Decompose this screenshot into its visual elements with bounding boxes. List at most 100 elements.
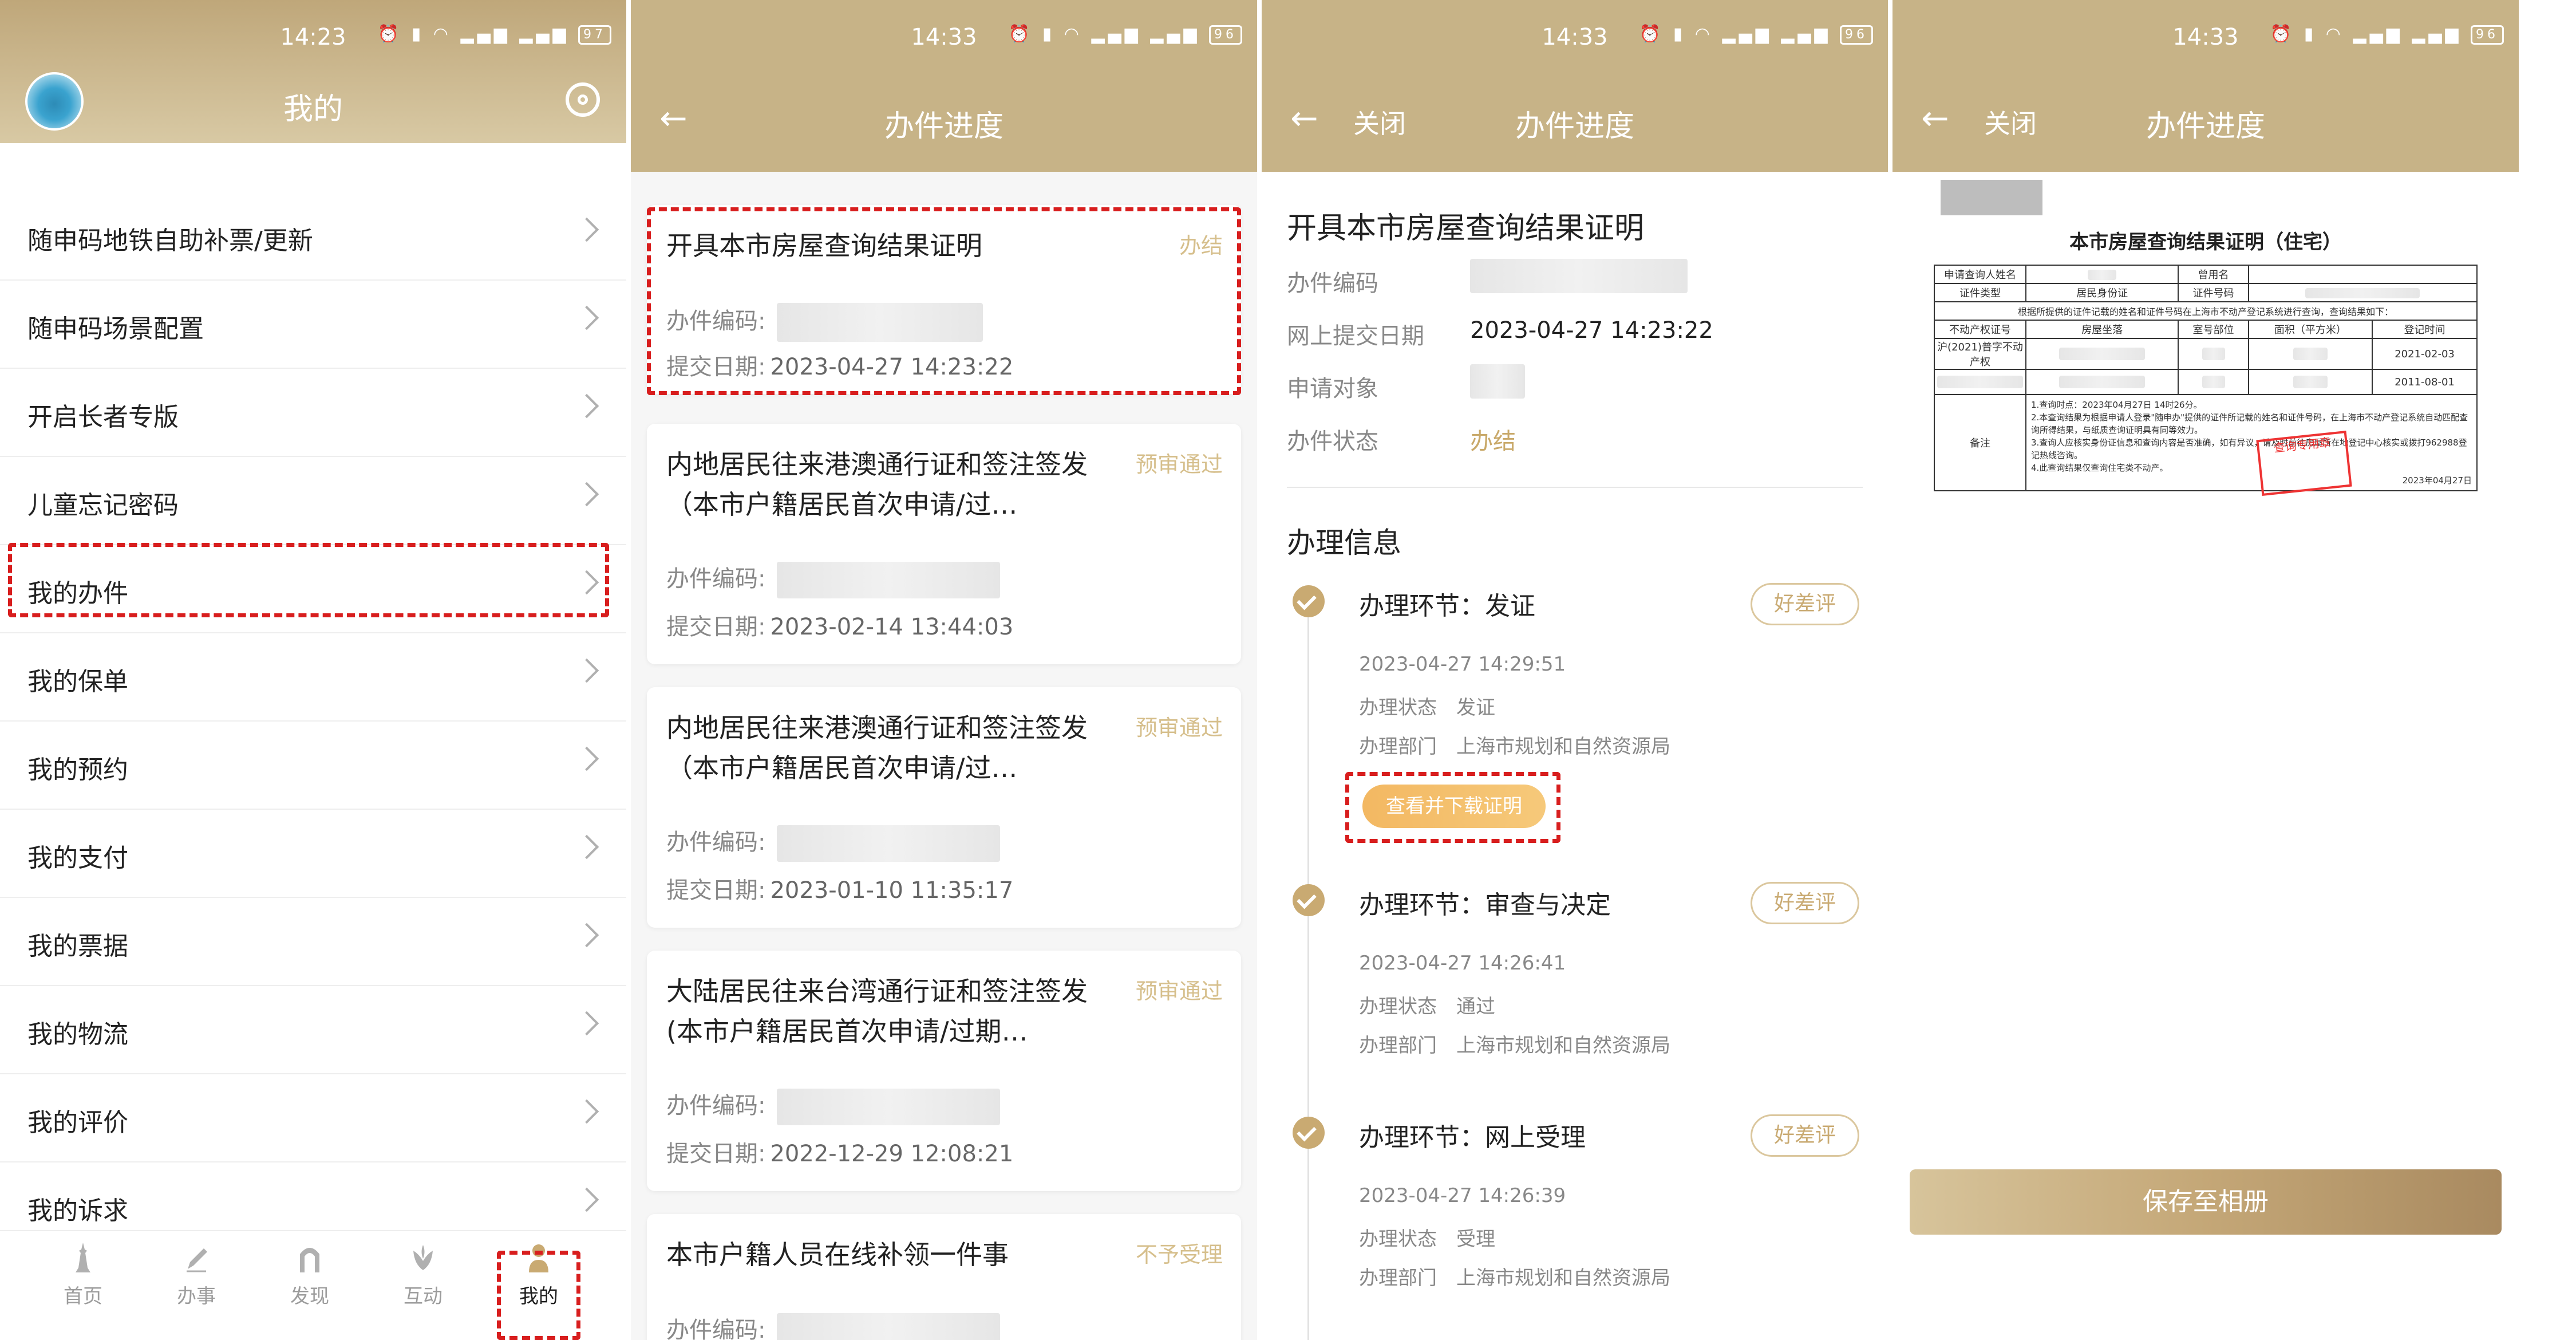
status-row: 办件状态 办结	[1287, 423, 1516, 456]
menu-item-scene-config[interactable]: 随申码场景配置	[0, 281, 626, 369]
menu-item-my-logistics[interactable]: 我的物流	[0, 986, 626, 1074]
redacted-unit	[2202, 348, 2225, 360]
menu-item-my-receipts[interactable]: 我的票据	[0, 898, 626, 986]
battery-icon: 96	[1209, 25, 1242, 45]
case-code-row: 办件编码:	[666, 1087, 1001, 1125]
step-title: 办理环节：网上受理	[1359, 1123, 1586, 1152]
submit-row: 网上提交日期 2023-04-27 14:23:22	[1287, 317, 1713, 350]
rate-button[interactable]: 好差评	[1751, 583, 1859, 625]
step-dept-row: 办理部门 上海市规划和自然资源局	[1359, 1030, 1670, 1058]
redacted-code	[777, 1313, 1001, 1340]
case-card[interactable]: 内地居民往来港澳通行证和签注签发（本市户籍居民首次申请/过… 预审通过 办件编码…	[647, 687, 1241, 928]
save-to-album-button[interactable]: 保存至相册	[1910, 1169, 2502, 1235]
case-card[interactable]: 内地居民往来港澳通行证和签注签发（本市户籍居民首次申请/过… 预审通过 办件编码…	[647, 424, 1241, 664]
battery-icon: 97	[578, 25, 611, 45]
mine-header: 14:23 ⏰ ▮ ◠ ▂▄▆ ▂▄▆ 97 我的	[0, 0, 626, 143]
step-status-label: 办理状态	[1359, 995, 1437, 1018]
issue-date: 2023年04月27日	[2402, 475, 2472, 486]
step-time: 2023-04-27 14:26:41	[1359, 952, 1566, 975]
tab-discover[interactable]: 发现	[267, 1242, 353, 1309]
table-row: 沪(2021)普字不动产权 2021-02-03	[1934, 338, 2478, 370]
gear-icon[interactable]	[566, 82, 600, 117]
case-card[interactable]: 大陆居民往来台湾通行证和签注签发(本市户籍居民首次申请/过期… 预审通过 办件编…	[647, 951, 1241, 1191]
rate-button[interactable]: 好差评	[1751, 1114, 1859, 1157]
case-code-label: 办件编码:	[666, 1317, 766, 1340]
code-row: 办件编码	[1287, 259, 1688, 298]
case-date-label: 提交日期:	[666, 1141, 766, 1167]
case-date: 2022-12-29 12:08:21	[770, 1141, 1014, 1167]
step-status-row: 办理状态 通过	[1359, 991, 1495, 1019]
table-row: 备注 1.查询时点：2023年04月27日 14时26分。 2.本查询结果为根据…	[1934, 394, 2478, 491]
table-cell: 证件类型	[1934, 283, 2026, 302]
table-cell: 证件号码	[2178, 283, 2249, 302]
tab-home[interactable]: 首页	[40, 1242, 126, 1309]
chevron-right-icon	[574, 482, 599, 507]
menu-item-my-appointments[interactable]: 我的预约	[0, 722, 626, 810]
target-row: 申请对象	[1287, 364, 1525, 403]
nav-header: 14:33 ⏰ ▮ ◠ ▂▄▆ ▂▄▆ 96 ← 关闭 办件进度	[1262, 0, 1888, 172]
case-title: 开具本市房屋查询结果证明	[1287, 211, 1645, 246]
menu-item-elder-mode[interactable]: 开启长者专版	[0, 369, 626, 457]
page-title: 办件进度	[1515, 109, 1634, 144]
step-status-label: 办理状态	[1359, 696, 1437, 719]
menu-item-child-password[interactable]: 儿童忘记密码	[0, 457, 626, 545]
status-bar: 14:33 ⏰ ▮ ◠ ▂▄▆ ▂▄▆ 96	[1893, 0, 2519, 63]
chevron-right-icon	[574, 658, 599, 683]
redacted-address	[2059, 376, 2146, 388]
case-status: 预审通过	[1135, 715, 1223, 740]
nav-header: 14:33 ⏰ ▮ ◠ ▂▄▆ ▂▄▆ 96 ← 办件进度	[631, 0, 1257, 172]
case-status: 不予受理	[1135, 1242, 1223, 1267]
redacted-address	[2059, 348, 2146, 360]
chevron-right-icon	[574, 923, 599, 948]
table-row: 证件类型 居民身份证 证件号码	[1934, 283, 2478, 302]
case-date-row: 提交日期: 2022-12-29 12:08:21	[666, 1135, 1013, 1168]
tab-label: 发现	[290, 1285, 329, 1308]
note-line: 4.此查询结果仅查询住宅类不动产。	[2031, 463, 2168, 473]
nav-header: 14:33 ⏰ ▮ ◠ ▂▄▆ ▂▄▆ 96 ← 关闭 办件进度	[1893, 0, 2519, 172]
column-header: 房屋坐落	[2025, 320, 2179, 339]
table-header-row: 不动产权证号 房屋坐落 室号部位 面积（平方米） 登记时间	[1934, 320, 2478, 339]
pen-icon	[187, 1248, 207, 1272]
progress-list-screen: 14:33 ⏰ ▮ ◠ ▂▄▆ ▂▄▆ 96 ← 办件进度 开具本市房屋查询结果…	[631, 0, 1257, 1340]
redacted-code	[777, 562, 1001, 598]
tab-interact[interactable]: 互动	[380, 1242, 466, 1309]
rate-button[interactable]: 好差评	[1751, 882, 1859, 924]
redacted-code	[777, 1089, 1001, 1125]
case-date-label: 提交日期:	[666, 614, 766, 640]
menu-item-label: 我的预约	[27, 755, 128, 785]
case-code-row: 办件编码:	[666, 560, 1001, 598]
chevron-right-icon	[574, 746, 599, 771]
table-cell: 根据所提供的证件记载的姓名和证件号码在上海市不动产登记系统进行查询，查询结果如下…	[1934, 301, 2478, 321]
menu-item-my-reviews[interactable]: 我的评价	[0, 1074, 626, 1162]
highlight-case-card	[647, 207, 1241, 395]
menu-item-metro-ticket[interactable]: 随申码地铁自助补票/更新	[0, 192, 626, 281]
case-title: 内地居民往来港澳通行证和签注签发（本市户籍居民首次申请/过…	[666, 449, 1088, 520]
case-code-label: 办件编码:	[666, 1093, 766, 1119]
table-cell: 2011-08-01	[2372, 369, 2478, 395]
battery-icon: 96	[1840, 25, 1873, 45]
step-status: 通过	[1456, 995, 1495, 1018]
case-card[interactable]: 本市户籍人员在线补领一件事 不予受理 办件编码:	[647, 1214, 1241, 1340]
menu-item-label: 我的物流	[27, 1020, 128, 1049]
status-bar: 14:33 ⏰ ▮ ◠ ▂▄▆ ▂▄▆ 96	[631, 0, 1257, 63]
table-row: 根据所提供的证件记载的姓名和证件号码在上海市不动产登记系统进行查询，查询结果如下…	[1934, 301, 2478, 321]
menu-item-label: 我的支付	[27, 844, 128, 873]
redacted-area	[2293, 376, 2328, 388]
notes-cell: 1.查询时点：2023年04月27日 14时26分。 2.本查询结果为根据申请人…	[2025, 394, 2478, 491]
timeline-line	[1307, 601, 1309, 1340]
table-cell: 曾用名	[2178, 265, 2249, 284]
tab-services[interactable]: 办事	[153, 1242, 239, 1309]
battery-icon: 96	[2471, 25, 2504, 45]
flower-icon	[413, 1245, 433, 1270]
table-cell: 申请查询人姓名	[1934, 265, 2026, 284]
chevron-right-icon	[574, 1187, 599, 1212]
chevron-right-icon	[574, 217, 599, 242]
step-dept: 上海市规划和自然资源局	[1456, 1267, 1670, 1290]
mine-screen: 14:23 ⏰ ▮ ◠ ▂▄▆ ▂▄▆ 97 我的 随申码地铁自助补票/更新 随…	[0, 0, 626, 1340]
official-stamp: 查询专用章	[2256, 431, 2352, 496]
step-status: 发证	[1456, 696, 1495, 719]
menu-item-my-payments[interactable]: 我的支付	[0, 810, 626, 898]
column-header: 面积（平方米）	[2247, 320, 2373, 339]
menu-item-label: 我的保单	[27, 667, 128, 696]
menu-item-my-policies[interactable]: 我的保单	[0, 633, 626, 722]
